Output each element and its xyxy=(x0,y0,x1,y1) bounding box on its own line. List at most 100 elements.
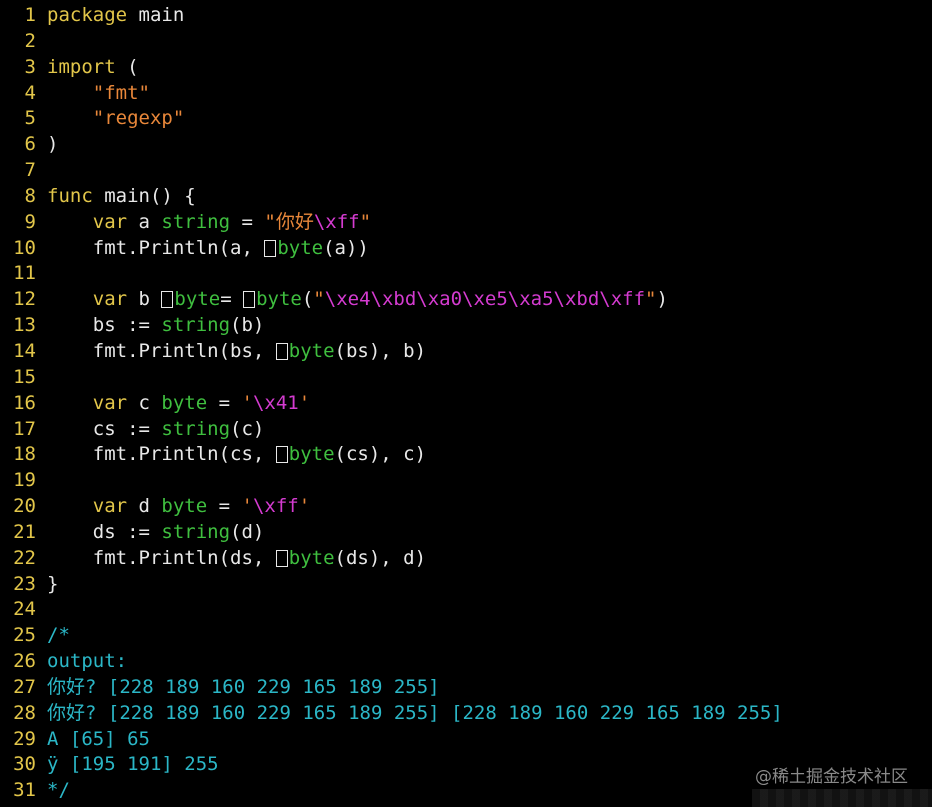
line-number: 21 xyxy=(13,520,36,543)
code-line[interactable]: 23} xyxy=(0,572,932,598)
code-line[interactable]: 9 var a string = "你好\xff" xyxy=(0,210,932,236)
code-line[interactable]: 26 output: xyxy=(0,649,932,675)
code-token-plain: = xyxy=(230,210,265,233)
line-code: cs := string(c) xyxy=(47,417,265,440)
line-code: var b byte= byte("\xe4\xbd\xa0\xe5\xa5\x… xyxy=(47,288,668,310)
code-token-type: byte xyxy=(288,443,335,466)
code-token-plain: (c) xyxy=(230,417,265,440)
code-token-str: "fmt" xyxy=(92,81,150,104)
code-token-str: "regexp" xyxy=(92,107,185,130)
code-line[interactable]: 10 fmt.Println(a, byte(a)) xyxy=(0,236,932,262)
code-line[interactable]: 2 xyxy=(0,29,932,55)
line-number: 13 xyxy=(13,314,36,337)
code-line[interactable]: 19 xyxy=(0,468,932,494)
empty-bracket-glyph-icon xyxy=(161,291,174,309)
code-line[interactable]: 11 xyxy=(0,261,932,287)
code-token-esc: \xff xyxy=(252,495,299,518)
code-line[interactable]: 17 cs := string(c) xyxy=(0,417,932,443)
code-line[interactable]: 24 xyxy=(0,597,932,623)
code-line[interactable]: 1 package main xyxy=(0,3,932,29)
code-line[interactable]: 15 xyxy=(0,365,932,391)
code-token-plain: (b) xyxy=(230,314,265,337)
line-number: 14 xyxy=(13,339,36,362)
code-token-plain: ( xyxy=(115,55,139,78)
code-token-type: byte xyxy=(256,288,302,311)
line-number: 16 xyxy=(13,391,36,414)
line-code: import ( xyxy=(47,56,139,78)
line-number: 15 xyxy=(13,365,36,388)
code-token-esc: \xe4\xbd\xa0\xe5\xa5\xbd\xff xyxy=(324,288,646,311)
code-token-plain: } xyxy=(47,572,59,595)
code-line[interactable]: 21 ds := string(d) xyxy=(0,520,932,546)
empty-bracket-glyph-icon xyxy=(275,549,288,567)
code-token-type: byte xyxy=(161,495,208,518)
code-token-type: string xyxy=(161,417,231,440)
line-code: fmt.Println(ds, byte(ds), d) xyxy=(47,547,426,569)
line-code: var c byte = '\x41' xyxy=(47,392,310,414)
code-line[interactable]: 16 var c byte = '\x41' xyxy=(0,391,932,417)
code-line[interactable]: 5 "regexp" xyxy=(0,106,932,132)
code-token-cmt: A [65] 65 xyxy=(47,727,150,750)
code-line[interactable]: 4 "fmt" xyxy=(0,81,932,107)
line-code: ÿ [195 191] 255 xyxy=(47,753,219,775)
code-token-type: string xyxy=(161,520,231,543)
line-code: 你好? [228 189 160 229 165 189 255] xyxy=(47,676,440,698)
code-token-type: string xyxy=(161,210,231,233)
code-line[interactable]: 14 fmt.Println(bs, byte(bs), b) xyxy=(0,339,932,365)
code-line[interactable]: 27 你好? [228 189 160 229 165 189 255] xyxy=(0,675,932,701)
line-code: fmt.Println(bs, byte(bs), b) xyxy=(47,340,426,362)
code-line[interactable]: 29 A [65] 65 xyxy=(0,727,932,753)
code-line[interactable]: 20 var d byte = '\xff' xyxy=(0,494,932,520)
code-token-plain: main xyxy=(127,4,185,26)
code-token-plain: fmt.Println(ds, xyxy=(47,546,276,569)
code-token-str: ' xyxy=(241,391,253,414)
code-token-kw: var xyxy=(92,495,128,518)
code-line[interactable]: 22 fmt.Println(ds, byte(ds), d) xyxy=(0,546,932,572)
code-line[interactable]: 7 xyxy=(0,158,932,184)
line-number: 6 xyxy=(24,133,36,156)
code-line[interactable]: 12 var b byte= byte("\xe4\xbd\xa0\xe5\xa… xyxy=(0,287,932,313)
code-line[interactable]: 18 fmt.Println(cs, byte(cs), c) xyxy=(0,442,932,468)
code-token-cmt: 你好? [228 189 160 229 165 189 255] xyxy=(47,675,440,698)
line-code: /* xyxy=(47,624,70,646)
line-code: var a string = "你好\xff" xyxy=(47,211,371,233)
line-number: 11 xyxy=(13,262,36,285)
code-line[interactable]: 8 func main() { xyxy=(0,184,932,210)
code-line[interactable]: 28 你好? [228 189 160 229 165 189 255] [228… xyxy=(0,701,932,727)
code-token-plain: d xyxy=(127,495,162,518)
line-code: package main xyxy=(47,4,184,26)
code-token-cmt: /* xyxy=(47,624,70,647)
line-number: 30 xyxy=(13,753,36,776)
code-token-cmt: output: xyxy=(47,650,128,673)
code-token-str: "你好 xyxy=(264,210,314,233)
code-token-plain: b xyxy=(127,288,162,311)
line-number: 29 xyxy=(13,727,36,750)
code-line[interactable]: 6) xyxy=(0,132,932,158)
line-code: fmt.Println(cs, byte(cs), c) xyxy=(47,443,426,465)
line-code: fmt.Println(a, byte(a)) xyxy=(47,237,369,259)
line-number: 12 xyxy=(13,288,36,311)
code-token-plain: main() { xyxy=(92,184,196,207)
code-token-str: " xyxy=(359,210,372,233)
code-token-kw: func xyxy=(47,184,93,207)
code-token-type: byte xyxy=(174,288,221,311)
code-token-plain: = xyxy=(220,288,244,311)
line-number: 24 xyxy=(13,598,36,621)
code-token-plain: = xyxy=(207,495,242,518)
line-number: 9 xyxy=(24,210,36,233)
code-line[interactable]: 3 import ( xyxy=(0,55,932,81)
line-code: 你好? [228 189 160 229 165 189 255] [228 1… xyxy=(47,702,783,724)
code-token-type: byte xyxy=(161,391,208,414)
line-number: 5 xyxy=(24,107,36,130)
line-code: var d byte = '\xff' xyxy=(47,495,310,517)
code-line[interactable]: 25 /* xyxy=(0,623,932,649)
code-token-plain: (d) xyxy=(230,520,265,543)
code-line[interactable]: 13 bs := string(b) xyxy=(0,313,932,339)
code-editor[interactable]: 1 package main 2 3 import (4 "fmt" 5 "regexp"… xyxy=(0,3,932,804)
code-token-str: ' xyxy=(241,495,253,518)
